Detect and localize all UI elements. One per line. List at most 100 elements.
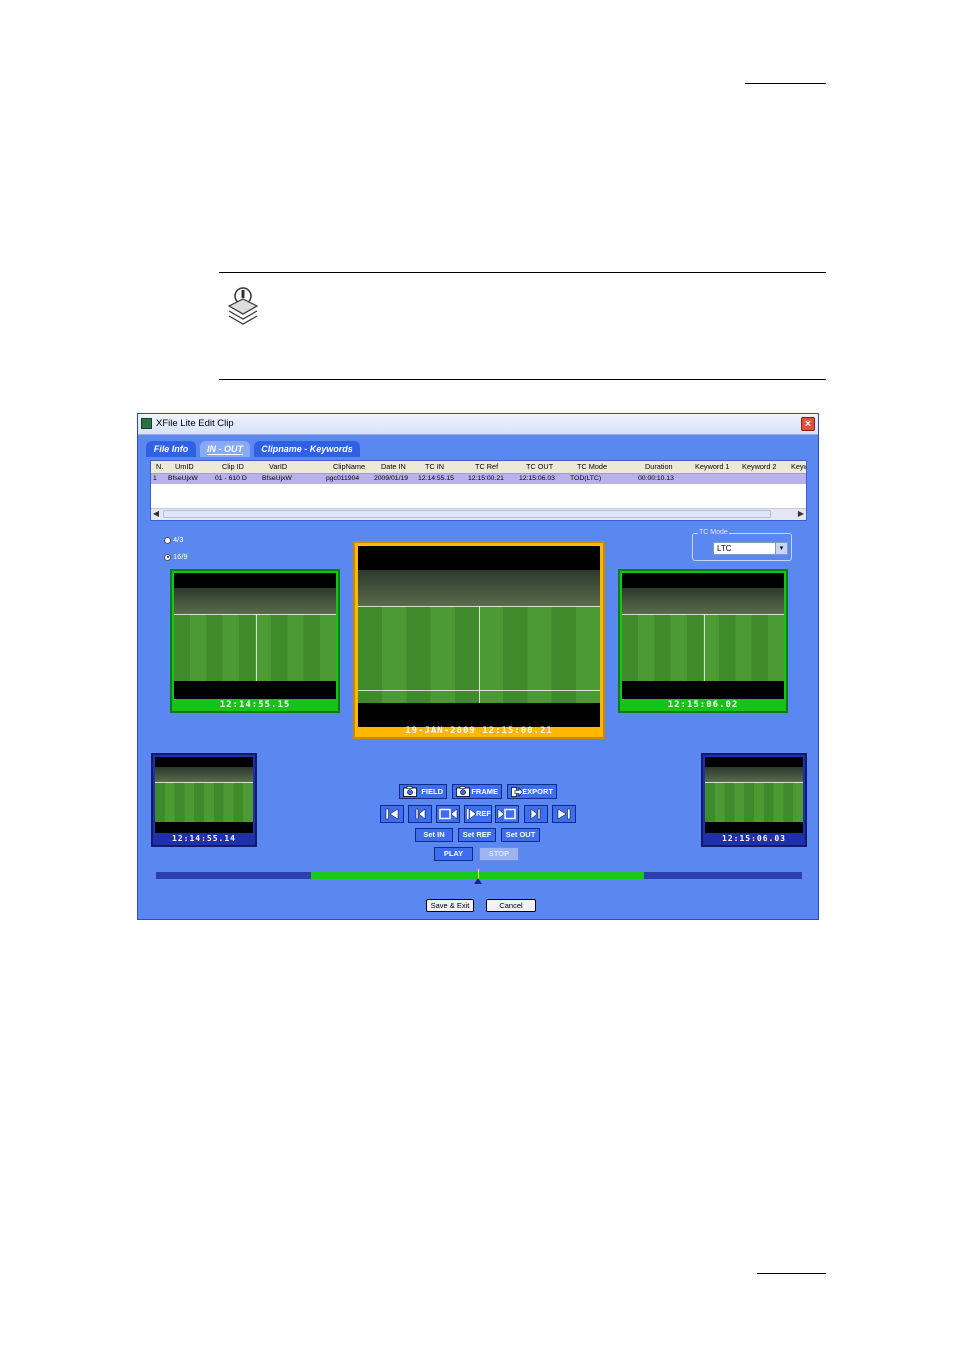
export-button[interactable]: EXPORT (507, 784, 557, 799)
col-header[interactable]: Date IN (381, 462, 406, 471)
col-header[interactable]: TC OUT (526, 462, 553, 471)
horizontal-scrollbar[interactable]: ◀ ▶ (151, 508, 806, 520)
goto-ref-button[interactable]: REF (464, 805, 492, 823)
timeline-marker-icon[interactable] (474, 878, 483, 884)
tab-label: IN - OUT (207, 444, 243, 455)
cell: 01 - 610 D (215, 475, 247, 482)
cell: 00:00:10.13 (638, 475, 674, 482)
col-header[interactable]: Clip ID (222, 462, 244, 471)
col-header[interactable]: TC Mode (577, 462, 607, 471)
col-header[interactable]: TC Ref (475, 462, 498, 471)
grid-header: N. UmID Clip ID VarID ClipName Date IN T… (151, 461, 806, 474)
col-header[interactable]: VarID (269, 462, 287, 471)
stop-button[interactable]: STOP (479, 847, 519, 861)
goto-out-button[interactable] (495, 805, 519, 823)
app-icon (141, 418, 152, 429)
close-button[interactable]: × (801, 417, 815, 431)
field-label: FIELD (421, 787, 443, 796)
goto-in-button[interactable] (436, 805, 460, 823)
frame-button[interactable]: FRAME (452, 784, 502, 799)
title-bar[interactable]: XFile Lite Edit Clip × (138, 414, 818, 435)
note-top-rule (219, 272, 826, 273)
out-timecode: 12:15:06.02 (667, 700, 739, 710)
tc-mode-value: LTC (717, 544, 732, 553)
tab-in-out[interactable]: IN - OUT (200, 441, 250, 457)
in-video (174, 573, 336, 699)
aspect-4-3-radio[interactable]: 4/3 (164, 535, 183, 544)
note-bottom-rule (219, 379, 826, 380)
cell: 1 (153, 475, 157, 482)
cell: pgc011904 (326, 475, 360, 482)
cell: 12:15:00.21 (468, 475, 504, 482)
skip-to-end-icon (557, 808, 571, 820)
in-frame[interactable]: 12:14:55.15 (170, 569, 340, 713)
goto-end-button[interactable] (552, 805, 576, 823)
cell: BfseUjxW (262, 475, 292, 482)
tab-clipname-keywords[interactable]: Clipname - Keywords (254, 441, 360, 457)
aspect-16-9-radio[interactable]: 16/9 (164, 552, 188, 561)
cell: 12:14:55.15 (418, 475, 454, 482)
goto-out-icon (497, 808, 516, 820)
edit-clip-window: XFile Lite Edit Clip × File Info IN - OU… (137, 413, 819, 920)
scroll-thumb[interactable] (163, 510, 771, 518)
prev-timecode: 12:14:55.14 (172, 834, 236, 843)
set-out-button[interactable]: Set OUT (501, 828, 540, 842)
header-rule (745, 83, 826, 84)
goto-in-icon (439, 808, 458, 820)
in-timecode: 12:14:55.15 (219, 700, 291, 710)
step-back-icon (415, 808, 426, 820)
radio-circle (164, 536, 171, 544)
out-frame[interactable]: 12:15:06.02 (618, 569, 788, 713)
next-timecode: 12:15:06.03 (722, 834, 786, 843)
skip-to-start-icon (385, 808, 399, 820)
radio-circle-selected (164, 553, 171, 561)
export-label: EXPORT (522, 787, 553, 796)
camera-icon (456, 786, 470, 797)
col-header[interactable]: ClipName (333, 462, 365, 471)
tc-mode-select[interactable]: LTC ▾ (713, 542, 788, 555)
col-header[interactable]: N. (156, 462, 163, 471)
cell: TOD(LTC) (570, 475, 602, 482)
clip-grid[interactable]: N. UmID Clip ID VarID ClipName Date IN T… (150, 460, 807, 521)
note-icon (227, 287, 259, 325)
out-video (622, 573, 784, 699)
prev-video (155, 757, 253, 833)
set-ref-button[interactable]: Set REF (458, 828, 496, 842)
tab-file-info[interactable]: File Info (146, 441, 196, 457)
tc-mode-group: TC Mode LTC ▾ (692, 529, 792, 561)
step-forward-button[interactable] (524, 805, 548, 823)
export-arrow-icon (511, 787, 523, 797)
col-header[interactable]: TC IN (425, 462, 444, 471)
tab-label: Clipname - Keywords (261, 444, 353, 454)
ref-video (358, 546, 600, 727)
footer-rule (757, 1273, 826, 1274)
col-header[interactable]: UmID (175, 462, 194, 471)
window-title: XFile Lite Edit Clip (156, 418, 234, 429)
scroll-right-icon[interactable]: ▶ (796, 509, 806, 519)
step-back-button[interactable] (408, 805, 432, 823)
scroll-left-icon[interactable]: ◀ (151, 509, 161, 519)
chevron-down-icon[interactable]: ▾ (775, 543, 787, 554)
tc-mode-label: TC Mode (698, 529, 729, 536)
col-header[interactable]: Duration (645, 462, 673, 471)
col-header[interactable]: Keyword 2 (742, 462, 776, 471)
col-header[interactable]: Keyword 1 (695, 462, 729, 471)
radio-label: 16/9 (173, 552, 188, 561)
col-header[interactable]: Keyw (791, 462, 806, 471)
ref-frame[interactable]: 19-JAN-2009 12:15:00.21 (353, 541, 605, 739)
frame-label: FRAME (471, 787, 498, 796)
field-button[interactable]: FIELD (399, 784, 447, 799)
goto-start-button[interactable] (380, 805, 404, 823)
cell: BfseUjxW (168, 475, 198, 482)
table-row[interactable]: 1 BfseUjxW 01 - 610 D BfseUjxW pgc011904… (151, 474, 806, 484)
next-frame[interactable]: 12:15:06.03 (701, 753, 807, 847)
timeline-bar[interactable] (156, 869, 802, 884)
set-in-button[interactable]: Set IN (415, 828, 453, 842)
cancel-button[interactable]: Cancel (486, 899, 536, 912)
cell: 2009/01/19 (374, 475, 409, 482)
prev-frame[interactable]: 12:14:55.14 (151, 753, 257, 847)
next-video (705, 757, 803, 833)
play-button[interactable]: PLAY (434, 847, 473, 861)
save-exit-button[interactable]: Save & Exit (426, 899, 474, 912)
step-forward-icon (530, 808, 541, 820)
